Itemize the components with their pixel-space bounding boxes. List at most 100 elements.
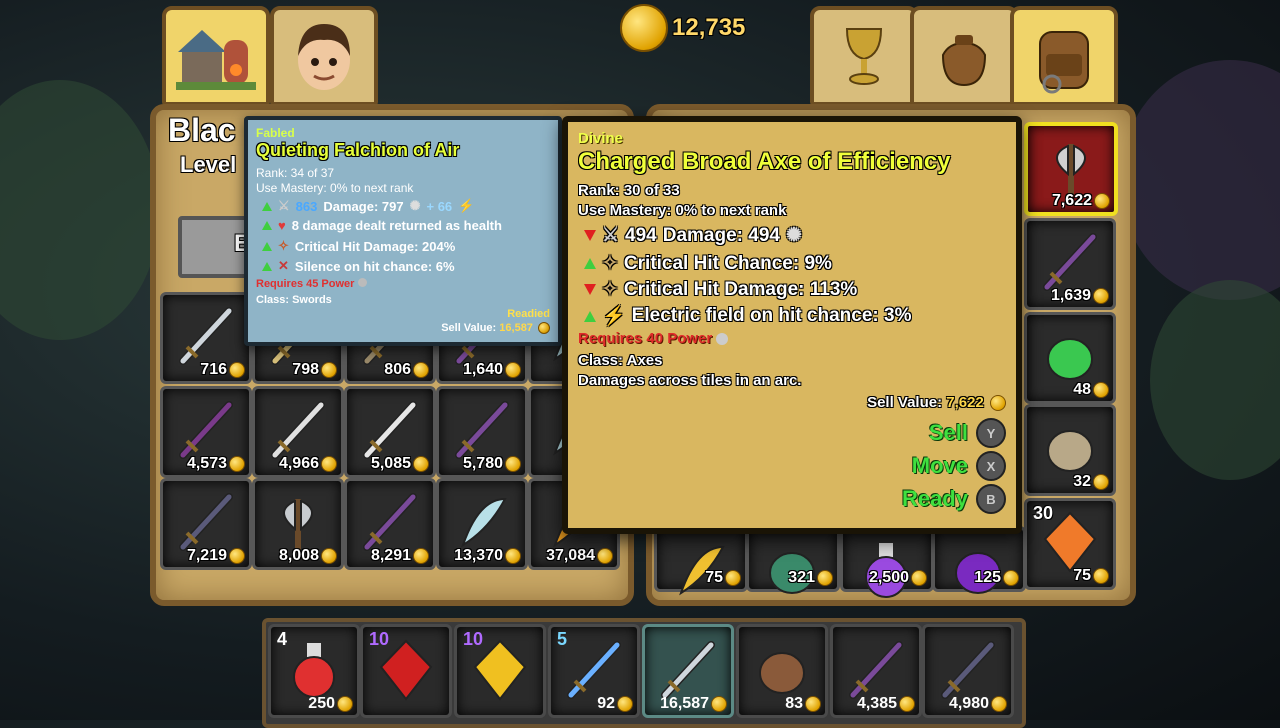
axe-icon	[265, 489, 331, 555]
power-icon	[357, 278, 367, 287]
action-label: Ready	[901, 486, 968, 511]
background-foliage	[1150, 280, 1280, 480]
inventory-slot[interactable]: 321	[746, 526, 840, 594]
hotbar-slot[interactable]: 4 250	[268, 624, 360, 718]
item-price: 32	[1073, 473, 1109, 491]
inventory-slot[interactable]: 32	[1024, 404, 1116, 496]
stack-count: 10	[463, 629, 484, 649]
sell-label: Sell Value:	[441, 322, 497, 334]
item-price: 83	[785, 695, 821, 713]
sell-amount: 16,587	[499, 322, 533, 334]
coin-icon	[505, 361, 521, 378]
inventory-slot[interactable]: 8,291	[344, 478, 436, 570]
hotbar-slot[interactable]: 16,587	[642, 624, 734, 718]
inventory-slot[interactable]: 48	[1024, 312, 1116, 404]
inventory-slot[interactable]: 1,639	[1024, 218, 1116, 310]
damage-bonus: + 66	[426, 198, 453, 214]
gold-coin-icon	[620, 4, 668, 52]
tooltip-readied: Readied	[507, 308, 550, 320]
hotbar-slot[interactable]: 5 92	[548, 624, 640, 718]
inventory-slot[interactable]: 4,573	[160, 386, 252, 478]
tooltip-sell-value: Sell Value: 16,587	[441, 322, 550, 335]
heart-icon: ♥	[278, 218, 286, 233]
inventory-slot[interactable]: 30 75	[1024, 498, 1116, 590]
selected-inventory-slot[interactable]: 7,622	[1024, 122, 1118, 216]
tooltip-rarity: Divine	[578, 130, 624, 147]
hotbar-slot[interactable]: 10	[454, 624, 546, 718]
item-price: 8,291	[371, 547, 429, 565]
stat-up-arrow-icon	[584, 310, 596, 322]
hotbar-slot[interactable]: 10	[360, 624, 452, 718]
move-action[interactable]: Move X	[912, 451, 1006, 481]
backpack-icon	[1039, 31, 1089, 94]
tooltip-mastery: Use Mastery: 0% to next rank	[256, 181, 414, 195]
gamepad-b-button-icon: B	[976, 484, 1006, 514]
gold-counter: 12,735	[618, 4, 745, 52]
item-price: 1,639	[1051, 287, 1109, 305]
damage-label: Damage: 494	[662, 224, 780, 246]
bow-icon	[173, 489, 239, 555]
tooltip-stat-row: ✧ Critical Hit Damage: 204%	[262, 238, 455, 254]
crit-icon: ✧	[602, 279, 618, 300]
coin-icon	[1003, 569, 1019, 586]
item-price: 7,219	[187, 547, 245, 565]
broadsword-icon	[357, 397, 423, 463]
coin-icon	[505, 547, 521, 564]
coin-icon	[538, 322, 550, 335]
coin-icon	[321, 455, 337, 472]
inventory-slot[interactable]: 7,219	[160, 478, 252, 570]
coin-icon	[817, 569, 833, 586]
damage-swords-icon: ⚔	[602, 225, 620, 246]
item-price: 250	[308, 695, 353, 713]
item-price: 92	[597, 695, 633, 713]
inventory-slot[interactable]: 4,966	[252, 386, 344, 478]
pouch-tab[interactable]	[910, 6, 1018, 106]
item-price: 321	[788, 569, 833, 587]
inventory-slot[interactable]: 13,370	[436, 478, 528, 570]
character-tab[interactable]	[270, 6, 378, 106]
hotbar-slot[interactable]: 4,980	[922, 624, 1014, 718]
blacksmith-tab[interactable]	[162, 6, 270, 106]
coin-icon	[1093, 287, 1109, 304]
inventory-slot[interactable]: 716	[160, 292, 252, 384]
claw-icon	[449, 489, 515, 555]
coin-icon	[413, 361, 429, 378]
backpack-tab[interactable]	[1010, 6, 1118, 106]
stat-text: Critical Hit Damage: 113%	[623, 278, 858, 300]
coin-icon	[413, 455, 429, 472]
inventory-slot[interactable]: 8,008	[252, 478, 344, 570]
inventory-slot[interactable]: 75	[654, 526, 748, 596]
broad-axe-icon	[1038, 134, 1104, 200]
falchion-icon	[173, 303, 239, 369]
inventory-slot[interactable]: 2,500	[840, 526, 934, 598]
power-icon	[716, 333, 729, 346]
coin-icon	[229, 455, 245, 472]
stack-count: 4	[277, 629, 288, 649]
tooltip-rank: Rank: 30 of 33	[578, 182, 680, 199]
sell-action[interactable]: Sell Y	[929, 418, 1006, 448]
inventory-slot[interactable]: 125	[932, 526, 1026, 594]
inventory-slot[interactable]: 5,085	[344, 386, 436, 478]
coin-icon	[229, 361, 245, 378]
tooltip-rarity: Fabled	[256, 126, 295, 140]
relics-tab[interactable]	[810, 6, 918, 106]
ready-action[interactable]: Ready B	[902, 484, 1006, 514]
item-price: 4,980	[949, 695, 1007, 713]
item-price: 75	[1073, 567, 1109, 585]
item-price: 16,587	[660, 695, 727, 713]
coin-icon	[911, 569, 927, 586]
electric-field-icon: ⚡	[602, 306, 626, 327]
tooltip-stat-row: ✧ Critical Hit Damage: 113%	[584, 278, 857, 301]
hotbar-slot[interactable]: 83	[736, 624, 828, 718]
hotbar-slot[interactable]: 4,385	[830, 624, 922, 718]
coin-icon	[413, 547, 429, 564]
item-price: 716	[200, 361, 245, 379]
item-price: 798	[292, 361, 337, 379]
stat-up-arrow-icon	[262, 241, 272, 251]
inventory-slot[interactable]: 5,780	[436, 386, 528, 478]
action-label: Move	[911, 453, 968, 478]
tooltip-stat-row: ✕ Silence on hit chance: 6%	[262, 258, 455, 274]
item-price: 125	[974, 569, 1019, 587]
item-price: 2,500	[869, 569, 927, 587]
stat-text: Critical Hit Damage: 204%	[294, 238, 456, 254]
